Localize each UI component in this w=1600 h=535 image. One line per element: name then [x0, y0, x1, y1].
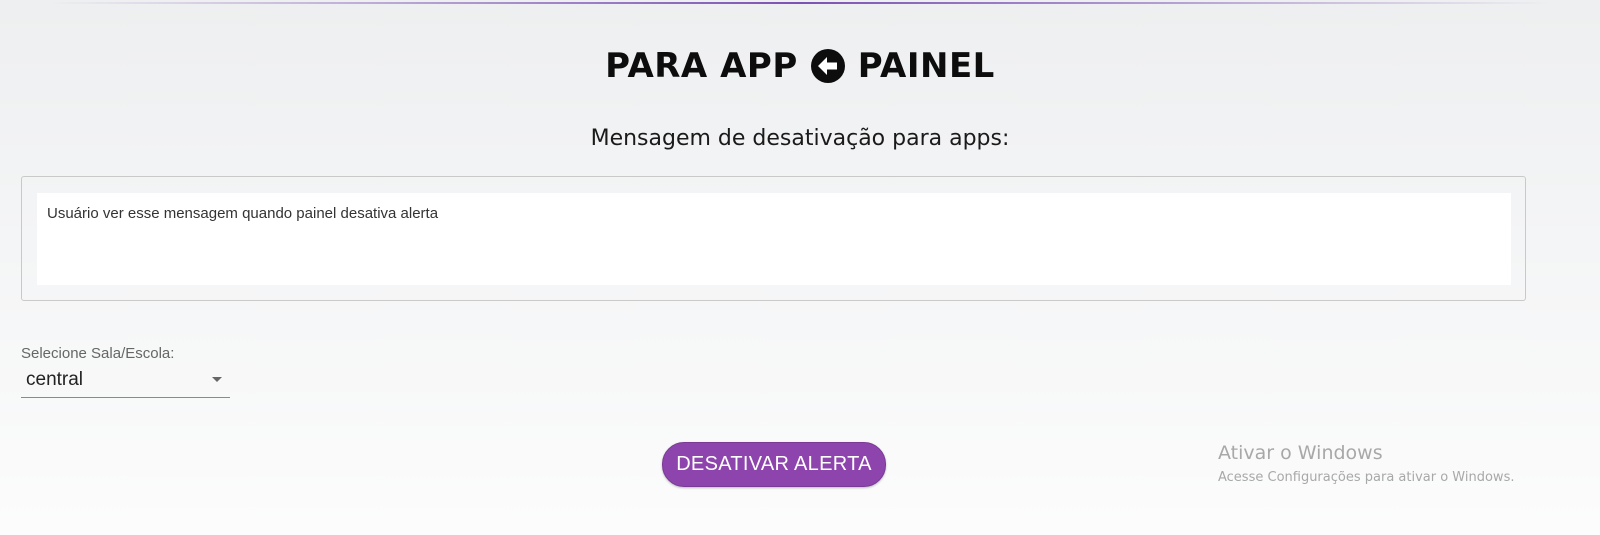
page-title: PARA APP PAINEL — [0, 46, 1600, 86]
top-accent-line — [50, 2, 1550, 4]
title-left-text: PARA APP — [605, 46, 798, 86]
select-value: central — [26, 369, 84, 390]
arrow-left-circle-icon — [810, 48, 846, 84]
select-label: Selecione Sala/Escola: — [21, 345, 175, 362]
title-right-text: PAINEL — [857, 46, 995, 86]
school-select[interactable]: central — [21, 365, 230, 398]
windows-watermark-subtitle: Acesse Configurações para ativar o Windo… — [1218, 470, 1515, 485]
windows-watermark-title: Ativar o Windows — [1218, 442, 1383, 464]
section-subtitle: Mensagem de desativação para apps: — [590, 126, 1010, 151]
caret-down-icon — [212, 377, 222, 382]
deactivation-message-input[interactable]: Usuário ver esse mensagem quando painel … — [37, 193, 1511, 285]
deactivate-alert-button[interactable]: DESATIVAR ALERTA — [662, 442, 886, 487]
message-field-container: Usuário ver esse mensagem quando painel … — [21, 176, 1526, 301]
